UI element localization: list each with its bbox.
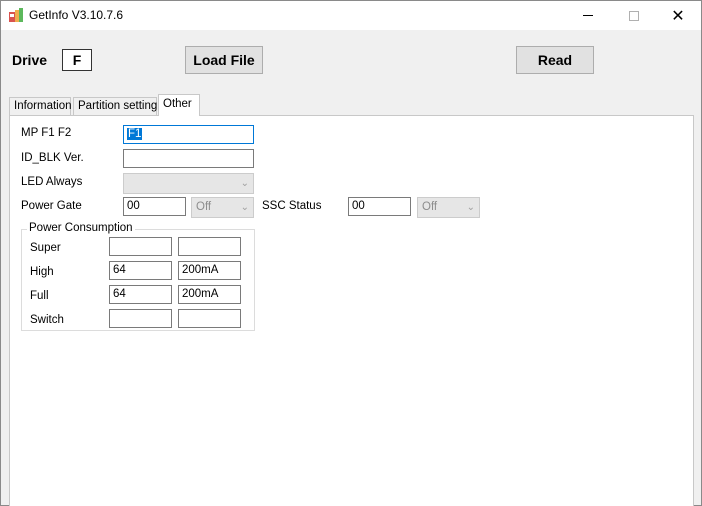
ssc-status-input[interactable]: 00 bbox=[348, 197, 411, 216]
load-file-button[interactable]: Load File bbox=[185, 46, 263, 74]
power-consumption-title: Power Consumption bbox=[27, 222, 135, 234]
minimize-icon bbox=[583, 15, 593, 16]
power-row-label: High bbox=[30, 266, 54, 278]
minimize-button[interactable] bbox=[565, 1, 611, 30]
power-gate-label: Power Gate bbox=[21, 200, 82, 212]
tab-other[interactable]: Other bbox=[158, 94, 200, 116]
ssc-status-dropdown[interactable]: Off ⌄ bbox=[417, 197, 480, 218]
power-high-current-input[interactable]: 200mA bbox=[178, 261, 241, 280]
power-super-value-input[interactable] bbox=[109, 237, 172, 256]
power-full-current-input[interactable]: 200mA bbox=[178, 285, 241, 304]
power-high-value-input[interactable]: 64 bbox=[109, 261, 172, 280]
mp-input[interactable]: F1 bbox=[123, 125, 254, 144]
drive-letter-field[interactable]: F bbox=[62, 49, 92, 71]
title-bar[interactable]: GetInfo V3.10.7.6 ✕ bbox=[1, 1, 701, 30]
drive-label: Drive bbox=[12, 52, 48, 68]
close-button[interactable]: ✕ bbox=[655, 1, 701, 30]
read-button[interactable]: Read bbox=[516, 46, 594, 74]
power-gate-input[interactable]: 00 bbox=[123, 197, 186, 216]
power-gate-dropdown[interactable]: Off ⌄ bbox=[191, 197, 254, 218]
maximize-icon bbox=[629, 10, 639, 21]
power-super-current-input[interactable] bbox=[178, 237, 241, 256]
chevron-down-icon: ⌄ bbox=[240, 178, 249, 189]
id-blk-input[interactable] bbox=[123, 149, 254, 168]
power-switch-value-input[interactable] bbox=[109, 309, 172, 328]
power-gate-mode: Off bbox=[196, 201, 212, 213]
tab-partition-setting[interactable]: Partition setting bbox=[73, 97, 157, 116]
window-title: GetInfo V3.10.7.6 bbox=[29, 8, 124, 22]
chevron-down-icon: ⌄ bbox=[240, 202, 249, 213]
app-window: GetInfo V3.10.7.6 ✕ Drive F Load File Re… bbox=[0, 0, 702, 506]
power-row-label: Super bbox=[30, 242, 61, 254]
power-full-value-input[interactable]: 64 bbox=[109, 285, 172, 304]
chevron-down-icon: ⌄ bbox=[466, 202, 475, 213]
id-blk-label: ID_BLK Ver. bbox=[21, 152, 84, 164]
maximize-button[interactable] bbox=[611, 1, 657, 30]
app-icon bbox=[9, 8, 23, 22]
tab-information[interactable]: Information bbox=[9, 97, 72, 116]
power-row-label: Full bbox=[30, 290, 49, 302]
power-switch-current-input[interactable] bbox=[178, 309, 241, 328]
ssc-status-mode: Off bbox=[422, 201, 438, 213]
ssc-status-label: SSC Status bbox=[262, 200, 322, 212]
mp-input-value: F1 bbox=[127, 128, 143, 140]
close-icon: ✕ bbox=[671, 5, 685, 25]
led-always-label: LED Always bbox=[21, 176, 83, 188]
mp-label: MP F1 F2 bbox=[21, 127, 72, 139]
power-row-label: Switch bbox=[30, 314, 64, 326]
led-always-dropdown[interactable]: ⌄ bbox=[123, 173, 254, 194]
